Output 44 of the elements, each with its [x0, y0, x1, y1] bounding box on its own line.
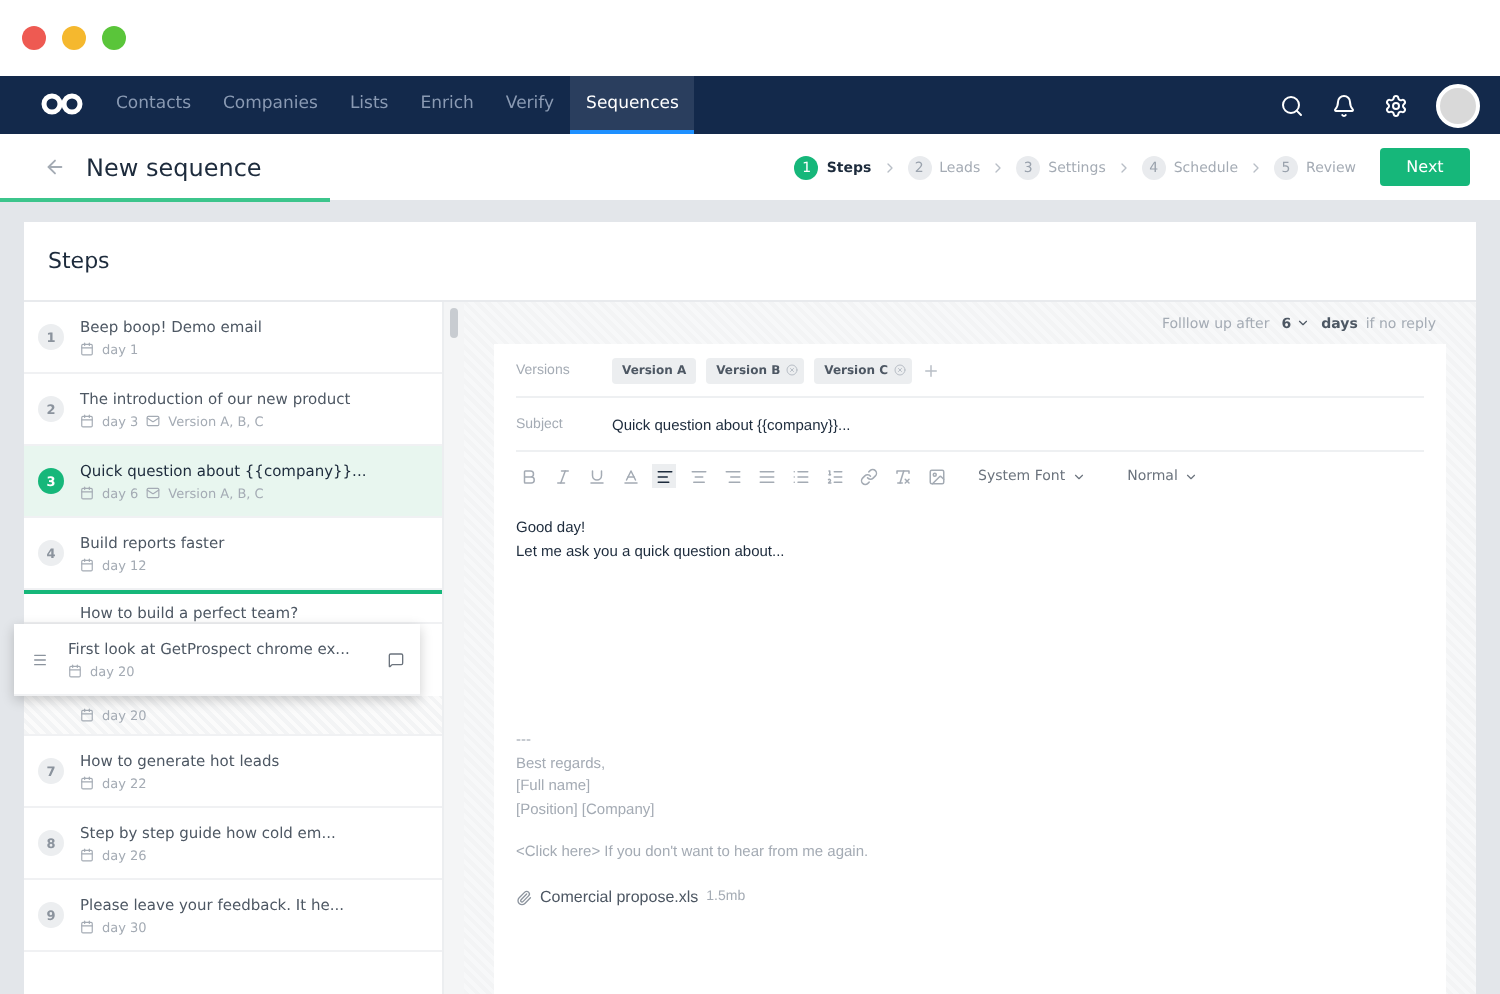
attachment-name[interactable]: Comercial propose.xls — [540, 888, 699, 906]
paperclip-icon — [516, 889, 532, 905]
nav-tab[interactable]: Enrich — [404, 76, 490, 134]
underline-button[interactable] — [584, 464, 608, 488]
add-icon[interactable] — [922, 361, 940, 379]
ordered-list-button[interactable] — [822, 464, 846, 488]
calendar-icon — [80, 486, 94, 500]
caret-icon — [1295, 316, 1310, 330]
link-button[interactable] — [856, 464, 880, 488]
maximize-dot[interactable] — [102, 26, 126, 50]
drag-handle-icon[interactable] — [32, 651, 48, 667]
settings-icon[interactable] — [1384, 93, 1408, 117]
mail-icon — [146, 486, 161, 500]
bell-icon[interactable] — [1332, 93, 1356, 117]
minimize-dot[interactable] — [62, 26, 86, 50]
align-left-button[interactable] — [652, 464, 676, 488]
back-arrow-icon[interactable] — [44, 156, 66, 178]
calendar-icon — [80, 848, 94, 862]
avatar[interactable] — [1436, 83, 1480, 127]
close-dot[interactable] — [22, 26, 46, 50]
clear-button[interactable] — [890, 464, 914, 488]
caret-icon — [1183, 469, 1198, 483]
remove-icon[interactable] — [894, 364, 906, 376]
page-title: New sequence — [86, 153, 262, 181]
image-button[interactable] — [924, 464, 948, 488]
color-button[interactable] — [618, 464, 642, 488]
calendar-icon — [80, 414, 94, 428]
calendar-icon — [68, 664, 82, 678]
caret-icon — [1071, 469, 1086, 483]
calendar-icon — [80, 708, 94, 722]
search-icon[interactable] — [1280, 93, 1304, 117]
nav-tab[interactable]: Contacts — [100, 76, 207, 134]
nav-tab[interactable]: Verify — [489, 76, 571, 134]
calendar-icon — [80, 920, 94, 934]
calendar-icon — [80, 776, 94, 790]
nav-tab[interactable]: Lists — [333, 76, 405, 134]
calendar-icon — [80, 342, 94, 356]
mail-icon — [146, 414, 161, 428]
nav-tab[interactable]: Sequences — [570, 76, 695, 134]
remove-icon[interactable] — [786, 364, 799, 376]
calendar-icon — [80, 558, 94, 572]
chat-icon[interactable] — [388, 651, 404, 667]
nav-tab[interactable]: Companies — [207, 76, 334, 134]
scrollbar-thumb[interactable] — [450, 308, 458, 338]
